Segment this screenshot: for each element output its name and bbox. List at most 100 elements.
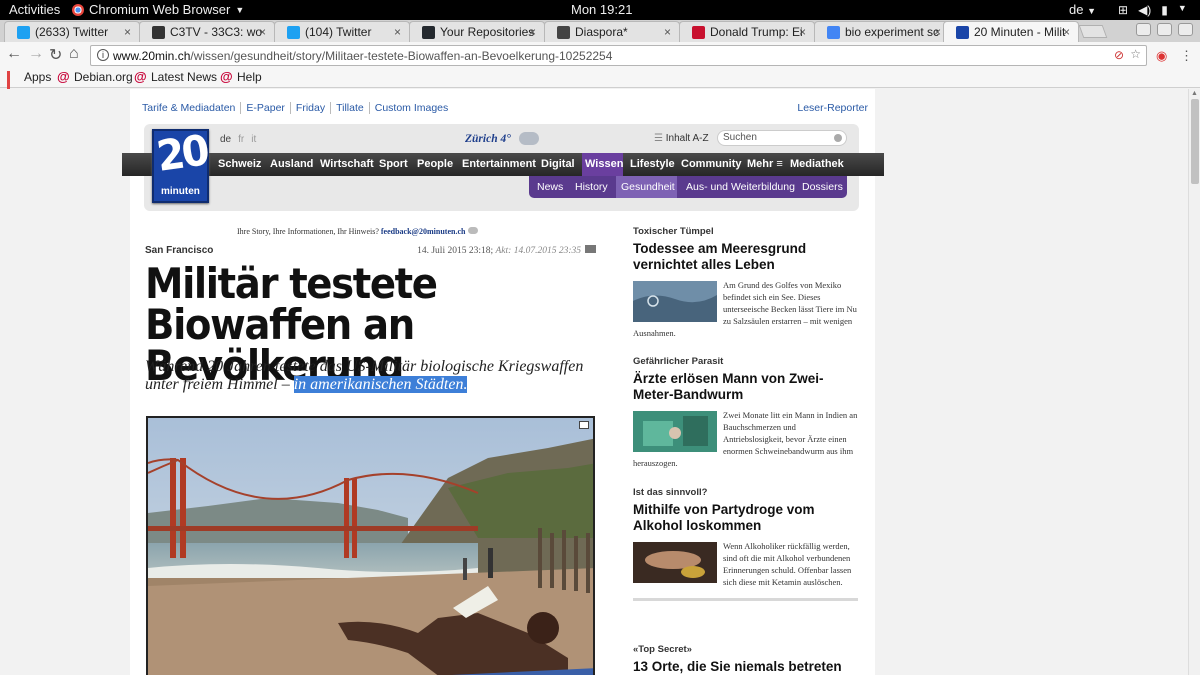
expand-icon[interactable]	[579, 421, 589, 429]
teaser-kicker: Ist das sinnvoll?	[633, 487, 708, 498]
keyboard-layout-menu[interactable]: de ▼	[1069, 2, 1096, 17]
sidebar-teaser[interactable]: «Top Secret» 13 Orte, die Sie niemals be…	[633, 644, 858, 675]
sub-navigation: News History Gesundheit Aus- und Weiterb…	[529, 176, 847, 198]
teaser-title[interactable]: 13 Orte, die Sie niemals betreten	[633, 659, 858, 675]
link-tarife[interactable]: Tarife & Mediadaten	[142, 102, 240, 114]
nav-mehr[interactable]: Mehr ≡	[747, 158, 783, 170]
tab[interactable]: (104) Twitter ×	[274, 21, 410, 42]
tab[interactable]: (2633) Twitter ×	[4, 21, 140, 42]
tab-strip: (2633) Twitter × C3TV - 33C3: wo × (104) T…	[0, 20, 1200, 42]
link-epaper[interactable]: E-Paper	[240, 102, 290, 114]
subnav-gesundheit[interactable]: Gesundheit	[621, 181, 675, 193]
tab[interactable]: Diaspora* ×	[544, 21, 680, 42]
close-icon[interactable]: ×	[934, 25, 941, 39]
bookmark-debian[interactable]: @ Debian.org	[57, 70, 133, 84]
tab-active[interactable]: 20 Minuten - Milit ×	[943, 21, 1079, 42]
app-menu[interactable]: Chromium Web Browser ▼	[72, 2, 244, 17]
bookmark-apps[interactable]: Apps	[7, 70, 51, 98]
close-icon[interactable]: ×	[394, 25, 401, 39]
subnav-dossiers[interactable]: Dossiers	[802, 181, 843, 193]
clock[interactable]: Mon 19:21	[571, 2, 632, 17]
sidebar-teaser[interactable]: Gefährlicher Parasit Ärzte erlösen Mann …	[633, 356, 858, 469]
site-search-input[interactable]: Suchen	[717, 130, 847, 146]
teaser-thumbnail[interactable]	[633, 411, 717, 452]
address-bar[interactable]: i www.20min.ch/wissen/gesundheit/story/M…	[90, 45, 1147, 66]
info-icon[interactable]: i	[97, 49, 109, 61]
sidebar-teaser[interactable]: Ist das sinnvoll? Mithilfe von Partydrog…	[633, 487, 858, 601]
nav-sport[interactable]: Sport	[379, 158, 408, 170]
feedback-email-link[interactable]: feedback@20minuten.ch	[381, 227, 466, 236]
network-icon[interactable]: ⊞	[1118, 3, 1128, 17]
scroll-up-arrow[interactable]: ▲	[1191, 90, 1198, 97]
tab[interactable]: bio experiment sc ×	[814, 21, 950, 42]
nav-schweiz[interactable]: Schweiz	[218, 158, 261, 170]
close-icon[interactable]: ×	[799, 25, 806, 39]
subnav-news[interactable]: News	[537, 181, 563, 193]
nav-mediathek[interactable]: Mediathek	[790, 158, 844, 170]
nav-wissen[interactable]: Wissen	[585, 158, 623, 170]
lang-it[interactable]: it	[251, 134, 256, 145]
menu-icon[interactable]: ⋮	[1180, 48, 1193, 64]
tab[interactable]: Donald Trump: Ei ×	[679, 21, 815, 42]
blocked-popup-icon[interactable]: ⊘	[1114, 48, 1124, 62]
battery-icon[interactable]: ▮	[1161, 3, 1168, 17]
close-window-button[interactable]	[1178, 23, 1193, 36]
nav-people[interactable]: People	[417, 158, 453, 170]
20-minuten-logo[interactable]: 20 minuten	[152, 127, 210, 203]
page-viewport: Tarife & Mediadaten E-Paper Friday Tilla…	[0, 89, 1188, 675]
search-go-icon[interactable]	[834, 134, 842, 142]
teaser-thumbnail[interactable]	[633, 281, 717, 322]
tab[interactable]: Your Repositories ×	[409, 21, 545, 42]
nav-ausland[interactable]: Ausland	[270, 158, 313, 170]
nav-community[interactable]: Community	[681, 158, 742, 170]
reload-button[interactable]: ↻	[49, 45, 62, 65]
teaser-title[interactable]: Ärzte erlösen Mann von Zwei-Meter-Bandwu…	[633, 371, 858, 403]
article-photo[interactable]	[146, 416, 595, 675]
lang-fr[interactable]: fr	[238, 134, 244, 145]
bookmark-latest-news[interactable]: @ Latest News	[134, 70, 217, 84]
diaspora-icon	[557, 26, 570, 39]
forward-button[interactable]: →	[28, 45, 44, 63]
subnav-history[interactable]: History	[575, 181, 608, 193]
star-icon[interactable]: ☆	[1130, 47, 1141, 61]
close-icon[interactable]: ×	[529, 25, 536, 39]
minimize-button[interactable]	[1136, 23, 1151, 36]
vertical-scrollbar[interactable]: ▲	[1188, 89, 1200, 675]
nav-wirtschaft[interactable]: Wirtschaft	[320, 158, 374, 170]
close-icon[interactable]: ×	[259, 25, 266, 39]
nav-digital[interactable]: Digital	[541, 158, 575, 170]
volume-icon[interactable]: ◀)	[1138, 3, 1151, 17]
teaser-title[interactable]: Todessee am Meeresgrund vernichtet alles…	[633, 241, 858, 273]
maximize-button[interactable]	[1157, 23, 1172, 36]
link-custom-images[interactable]: Custom Images	[368, 102, 454, 114]
nav-entertainment[interactable]: Entertainment	[462, 158, 536, 170]
teaser-thumbnail[interactable]	[633, 542, 717, 583]
link-friday[interactable]: Friday	[289, 102, 330, 114]
link-leser-reporter[interactable]: Leser-Reporter	[797, 102, 868, 114]
subnav-weiterbildung[interactable]: Aus- und Weiterbildung	[686, 181, 795, 193]
bookmark-help[interactable]: @ Help	[220, 70, 262, 84]
teaser-title[interactable]: Mithilfe von Partydroge vom Alkohol losk…	[633, 502, 858, 534]
tab[interactable]: C3TV - 33C3: wo ×	[139, 21, 275, 42]
close-icon[interactable]: ×	[124, 25, 131, 39]
link-tillate[interactable]: Tillate	[330, 102, 369, 114]
weather-temp: 4°	[500, 132, 511, 145]
scrollbar-thumb[interactable]	[1191, 99, 1199, 184]
activities-button[interactable]: Activities	[9, 2, 60, 17]
close-icon[interactable]: ×	[1063, 25, 1070, 39]
chevron-down-icon[interactable]: ▼	[1178, 3, 1187, 17]
article-lead: Während 20 Jahren testete das US-Militär…	[145, 358, 584, 393]
print-icon[interactable]	[585, 245, 596, 253]
back-button[interactable]: ←	[6, 45, 22, 63]
nav-lifestyle[interactable]: Lifestyle	[630, 158, 675, 170]
extension-icon[interactable]: ◉	[1156, 48, 1167, 64]
sidebar-teaser[interactable]: Toxischer Tümpel Todessee am Meeresgrund…	[633, 226, 858, 339]
inhalt-az-link[interactable]: ☰ Inhalt A-Z	[654, 133, 709, 144]
close-icon[interactable]: ×	[664, 25, 671, 39]
lang-de[interactable]: de	[220, 134, 231, 145]
home-button[interactable]: ⌂	[69, 45, 79, 63]
weather-widget[interactable]: Zürich 4°	[465, 132, 539, 145]
c3tv-icon	[152, 26, 165, 39]
new-tab-button[interactable]	[1078, 25, 1108, 38]
language-selector: de fr it	[220, 134, 256, 145]
